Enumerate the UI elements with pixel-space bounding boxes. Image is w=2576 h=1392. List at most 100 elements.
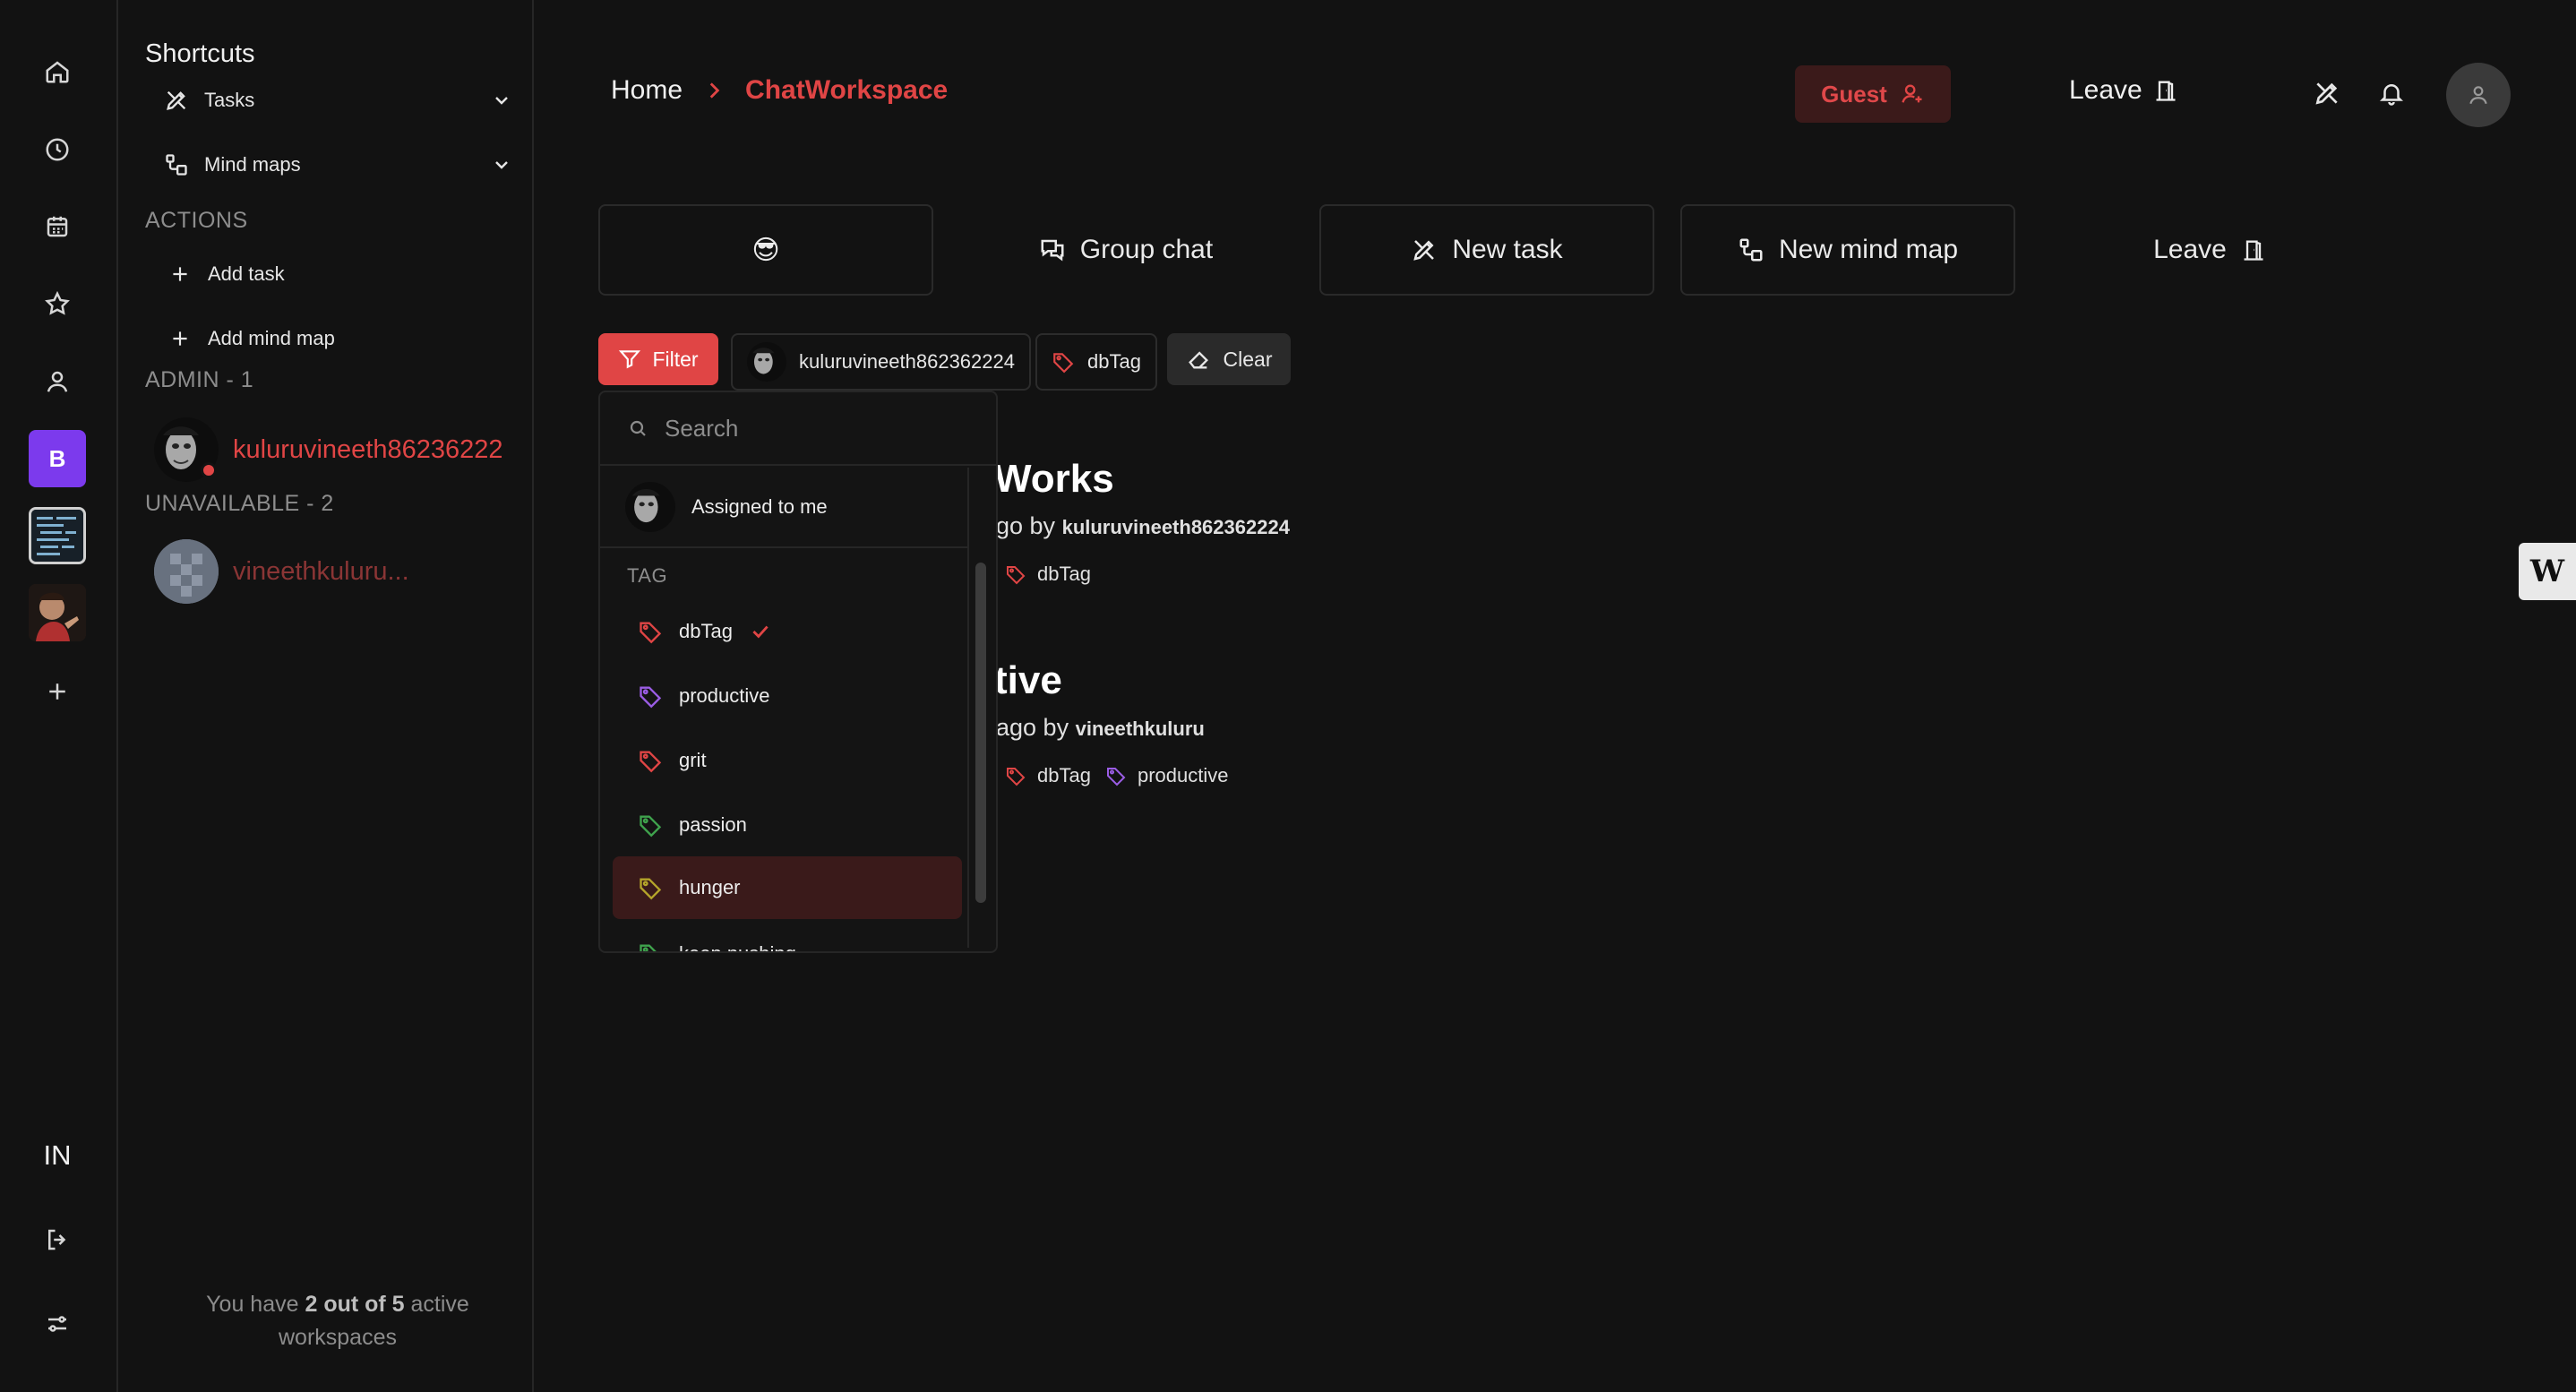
bell-icon[interactable]	[2374, 75, 2409, 111]
mind-map-icon	[1738, 236, 1765, 263]
breadcrumb-home[interactable]: Home	[611, 75, 683, 106]
profile-avatar[interactable]	[2446, 63, 2511, 127]
task-author: vineethkuluru	[1075, 717, 1205, 740]
user-filter-chip[interactable]: kuluruvineeth862362224	[731, 333, 1031, 391]
add-workspace-icon[interactable]	[34, 668, 81, 715]
clear-label: Clear	[1223, 347, 1273, 371]
leave-card-label: Leave	[2153, 235, 2227, 264]
avatar	[747, 342, 786, 382]
footer-prefix: You have	[206, 1292, 299, 1317]
tag-option-grit[interactable]: grit	[613, 729, 962, 792]
plus-icon	[165, 323, 195, 354]
tag-option-passion[interactable]: passion	[613, 794, 962, 856]
search-icon	[627, 417, 648, 439]
group-chat-label: Group chat	[1079, 235, 1214, 264]
workspace-count-footer: You have 2 out of 5 active workspaces	[172, 1288, 503, 1354]
star-icon[interactable]	[34, 280, 81, 327]
settings-sliders-icon[interactable]	[34, 1301, 81, 1347]
footer-count: 2 out of 5	[305, 1292, 405, 1317]
clear-button[interactable]: Clear	[1167, 333, 1291, 385]
chat-icon	[1039, 236, 1066, 263]
workspace-b[interactable]: B	[29, 430, 86, 487]
chevron-right-icon	[702, 79, 726, 102]
unavailable-member[interactable]: vineethkuluru...	[154, 536, 530, 607]
assigned-to-me-label: Assigned to me	[691, 495, 828, 518]
leave-button[interactable]: Leave	[2069, 75, 2178, 106]
assigned-to-me-option[interactable]: Assigned to me	[600, 468, 967, 548]
workspace-person-thumbnail[interactable]	[29, 584, 86, 641]
popover-scrollbar-thumb[interactable]	[975, 563, 986, 903]
leave-card[interactable]: Leave	[2042, 204, 2377, 296]
workspace-sidebar: Shortcuts Tasks Mind maps ACTIONS Add ta…	[118, 0, 534, 1392]
admin-member[interactable]: kuluruvineeth862362224	[154, 414, 530, 485]
new-mind-map-card[interactable]: New mind map	[1680, 204, 2015, 296]
chevron-down-icon[interactable]	[491, 154, 512, 176]
group-chat-card[interactable]: Group chat	[958, 204, 1293, 296]
edge-widget-badge[interactable]: W	[2519, 543, 2576, 600]
task-title[interactable]: Works	[994, 457, 1114, 502]
task-title[interactable]: tive	[994, 658, 1062, 703]
tag-chip-label: dbTag	[1087, 350, 1141, 373]
new-mind-map-label: New mind map	[1778, 235, 1959, 264]
plus-icon	[165, 259, 195, 289]
tag-icon	[1005, 765, 1026, 786]
leave-label: Leave	[2069, 75, 2142, 105]
task-meta-text: go by	[996, 512, 1056, 539]
mind-map-icon	[161, 150, 192, 180]
tag-option-dbtag[interactable]: dbTag	[613, 600, 962, 663]
add-task-action[interactable]: Add task	[165, 251, 514, 297]
tag-option-label: dbTag	[679, 620, 733, 642]
user-initials[interactable]: IN	[34, 1132, 81, 1179]
tag-option-label: grit	[679, 749, 707, 771]
shortcut-mind-maps[interactable]: Mind maps	[161, 142, 512, 188]
tag-filter-chip[interactable]: dbTag	[1035, 333, 1157, 391]
task-meta-text: ago by	[996, 714, 1069, 741]
tag-section-heading: TAG	[627, 564, 668, 587]
history-icon[interactable]	[34, 126, 81, 173]
add-mind-map-label: Add mind map	[208, 327, 335, 349]
search-input[interactable]: Search	[600, 392, 996, 466]
task-meta: go by kuluruvineeth862362224	[996, 512, 1290, 540]
task-tag-label: dbTag	[1037, 563, 1091, 585]
tag-option-label: productive	[679, 684, 770, 707]
edge-badge-letter: W	[2529, 554, 2565, 589]
door-icon	[2153, 78, 2178, 103]
tag-option-label: hunger	[679, 876, 741, 898]
tag-icon	[638, 875, 663, 900]
tag-option-label: keep pushing	[679, 942, 796, 951]
workspace-letter: B	[48, 444, 66, 472]
user-icon[interactable]	[34, 358, 81, 405]
add-task-label: Add task	[208, 262, 285, 285]
unavailable-member-name: vineethkuluru...	[233, 556, 409, 586]
tag-icon	[638, 941, 663, 951]
add-user-icon	[1900, 82, 1925, 107]
shortcuts-heading: Shortcuts	[145, 39, 255, 68]
breadcrumb: Home ChatWorkspace	[611, 75, 948, 106]
chevron-down-icon[interactable]	[491, 90, 512, 111]
tasks-icon	[161, 85, 192, 116]
tasks-icon	[1411, 236, 1438, 263]
tag-option-productive[interactable]: productive	[613, 665, 962, 727]
tag-icon	[1052, 350, 1075, 374]
filter-button[interactable]: Filter	[598, 333, 718, 385]
task-tag: dbTag productive	[1005, 764, 1228, 787]
unavailable-heading: UNAVAILABLE - 2	[145, 491, 334, 516]
tag-icon	[1105, 765, 1127, 786]
tag-icon	[638, 683, 663, 709]
new-task-card[interactable]: New task	[1319, 204, 1654, 296]
tag-option-keep-pushing[interactable]: keep pushing	[613, 923, 962, 951]
avatar	[154, 539, 219, 604]
add-mind-map-action[interactable]: Add mind map	[165, 315, 514, 362]
breadcrumb-current[interactable]: ChatWorkspace	[745, 75, 948, 106]
emoji-card[interactable]: 😎	[598, 204, 933, 296]
tag-option-hunger[interactable]: hunger	[613, 856, 962, 919]
shortcut-tasks[interactable]: Tasks	[161, 77, 512, 124]
logout-icon[interactable]	[34, 1216, 81, 1263]
tools-icon[interactable]	[2309, 75, 2345, 111]
calendar-icon[interactable]	[34, 203, 81, 250]
eraser-icon	[1186, 347, 1211, 372]
workspace-code-thumbnail[interactable]	[29, 507, 86, 564]
emoji-label: 😎	[751, 234, 780, 266]
home-icon[interactable]	[34, 48, 81, 95]
guest-button[interactable]: Guest	[1795, 65, 1951, 123]
